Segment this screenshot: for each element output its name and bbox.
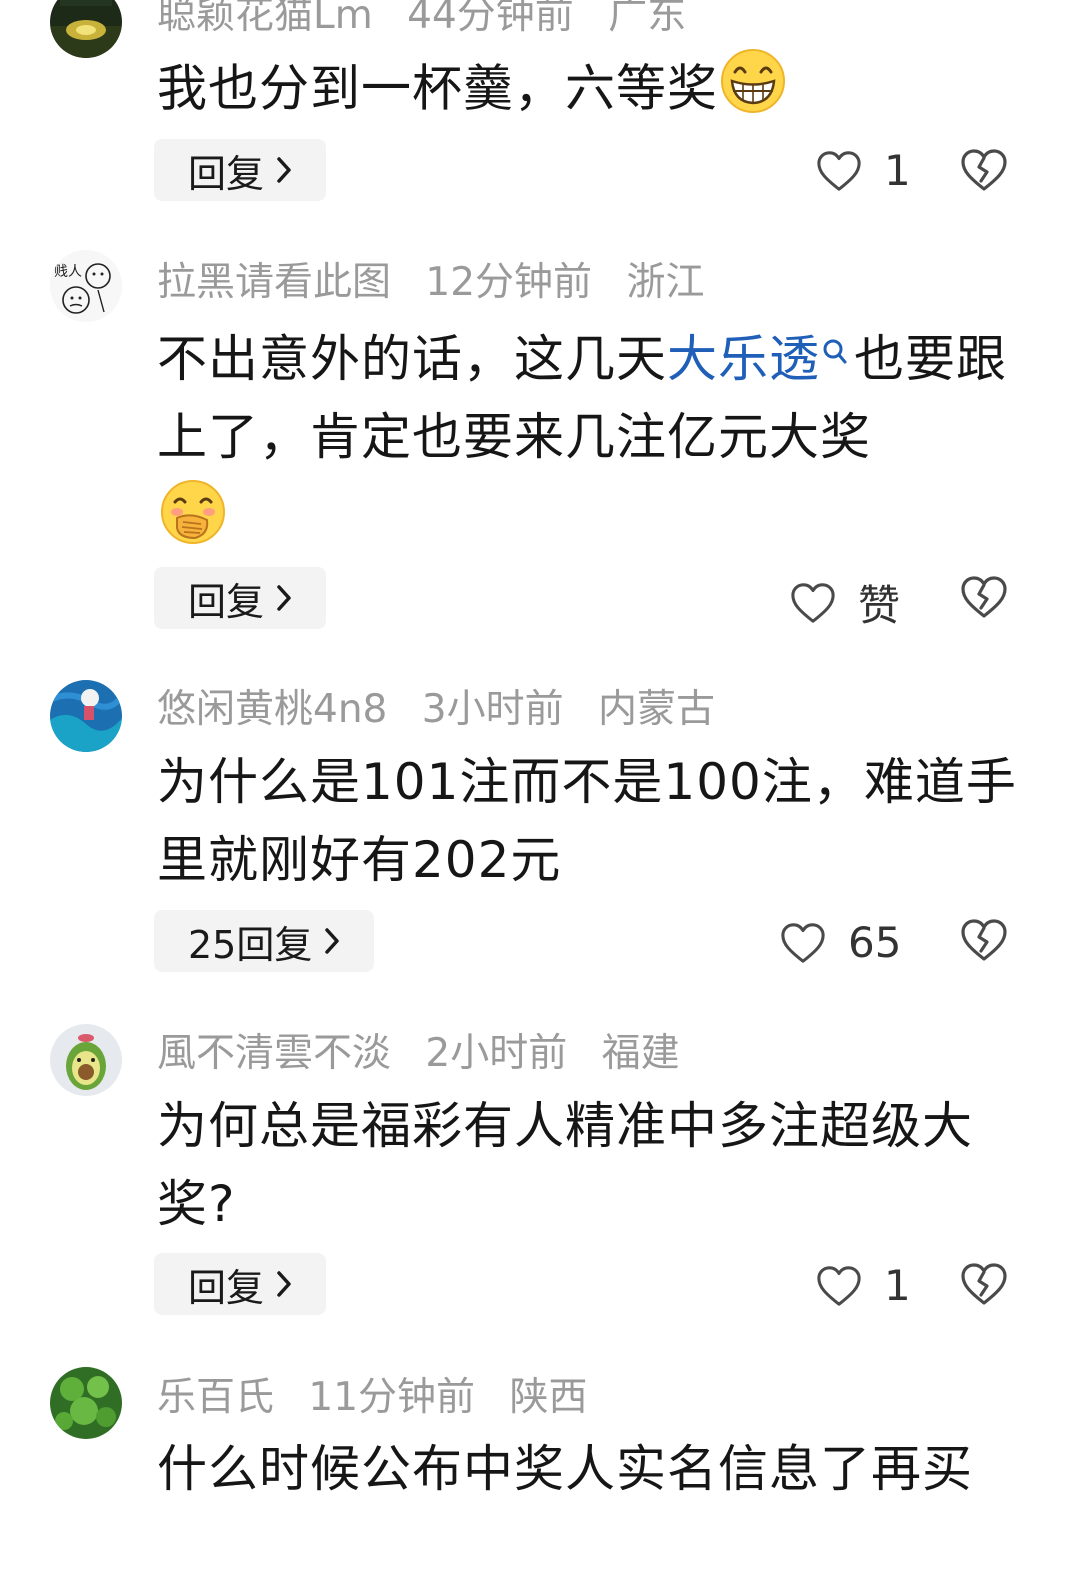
heart-icon: [816, 149, 862, 193]
comment-text: 我也分到一杯羹，六等奖: [157, 48, 1037, 136]
comment-text: 什么时候公布中奖人实名信息了再买: [157, 1430, 977, 1508]
chevron-right-icon: [322, 926, 342, 956]
like-count: 赞: [858, 581, 901, 630]
comment-text-content: 不出意外的话，这几天: [157, 330, 667, 388]
username[interactable]: 乐百氏: [157, 1375, 274, 1420]
like-count: 65: [848, 918, 902, 967]
like-button[interactable]: 1: [816, 1261, 911, 1310]
reply-label: 回复: [188, 579, 265, 624]
comment-meta: 乐百氏 11分钟前 陕西: [157, 1374, 609, 1422]
comment-text-content: 为何总是福彩有人精准中多注超级大奖?: [157, 1097, 973, 1233]
username[interactable]: 悠闲黄桃4n8: [157, 687, 387, 732]
comment-text-content: 为什么是101注而不是100注，难道手里就刚好有202元: [157, 753, 1017, 889]
timestamp: 11分钟前: [308, 1375, 476, 1420]
broken-heart-icon: [960, 148, 1008, 192]
avatar[interactable]: 贱人: [50, 250, 122, 322]
broken-heart-icon: [960, 918, 1008, 962]
hand-over-mouth-emoji-icon: [157, 478, 1037, 568]
timestamp: 12分钟前: [425, 260, 593, 305]
avatar-caption: 贱人: [54, 264, 82, 280]
comment-text-content: 我也分到一杯羹，六等奖: [157, 59, 718, 118]
comment-meta: 聪颖花猫Lm 44分钟前 广东: [157, 0, 708, 40]
location: 福建: [601, 1031, 680, 1076]
avatar[interactable]: [50, 1024, 122, 1096]
chevron-right-icon: [274, 583, 294, 613]
location: 浙江: [626, 260, 705, 305]
reply-button[interactable]: 回复: [154, 567, 327, 629]
broken-heart-icon: [960, 575, 1008, 619]
comment-meta: 悠闲黄桃4n8 3小时前 内蒙古: [157, 686, 737, 734]
reply-label: 回复: [188, 1265, 265, 1310]
comment-text: 不出意外的话，这几天大乐透 也要跟上了，肯定也要来几注亿元大奖: [157, 320, 1037, 568]
timestamp: 2小时前: [425, 1031, 568, 1076]
username[interactable]: 風不清雲不淡: [157, 1031, 391, 1076]
reply-button[interactable]: 回复: [154, 1253, 327, 1315]
like-count: 1: [884, 1261, 911, 1310]
dislike-button[interactable]: [960, 575, 1008, 623]
chevron-right-icon: [274, 155, 294, 185]
avatar[interactable]: [50, 1367, 122, 1439]
like-button[interactable]: 1: [816, 146, 911, 195]
heart-icon: [780, 921, 826, 965]
location: 广东: [608, 0, 687, 38]
avatar[interactable]: [50, 0, 122, 58]
dislike-button[interactable]: [960, 1262, 1008, 1310]
username[interactable]: 拉黑请看此图: [157, 260, 391, 305]
reply-label: 25回复: [188, 922, 313, 967]
comment-text: 为什么是101注而不是100注，难道手里就刚好有202元: [157, 743, 1037, 899]
broken-heart-icon: [960, 1262, 1008, 1306]
timestamp: 44分钟前: [407, 0, 574, 38]
like-button[interactable]: 65: [780, 918, 901, 967]
grin-emoji-icon: [718, 48, 788, 136]
chevron-right-icon: [274, 1269, 294, 1299]
comment-text-content: 什么时候公布中奖人实名信息了再买: [157, 1440, 973, 1498]
comment-meta: 風不清雲不淡 2小时前 福建: [157, 1030, 702, 1078]
like-count: 1: [884, 146, 911, 195]
dislike-button[interactable]: [960, 918, 1008, 966]
reply-button[interactable]: 25回复: [154, 910, 375, 972]
reply-label: 回复: [188, 151, 265, 196]
like-button[interactable]: 赞: [790, 572, 900, 633]
heart-icon: [816, 1264, 862, 1308]
location: 陕西: [509, 1375, 588, 1420]
dislike-button[interactable]: [960, 148, 1008, 196]
location: 内蒙古: [598, 687, 716, 732]
timestamp: 3小时前: [421, 687, 564, 732]
reply-button[interactable]: 回复: [154, 139, 327, 201]
heart-icon: [790, 581, 836, 625]
comment-meta: 拉黑请看此图 12分钟前 浙江: [157, 259, 726, 307]
avatar[interactable]: [50, 680, 122, 752]
comment-text: 为何总是福彩有人精准中多注超级大奖?: [157, 1087, 977, 1243]
search-icon[interactable]: [822, 312, 848, 390]
search-link[interactable]: 大乐透: [667, 330, 820, 388]
username[interactable]: 聪颖花猫Lm: [157, 0, 373, 38]
